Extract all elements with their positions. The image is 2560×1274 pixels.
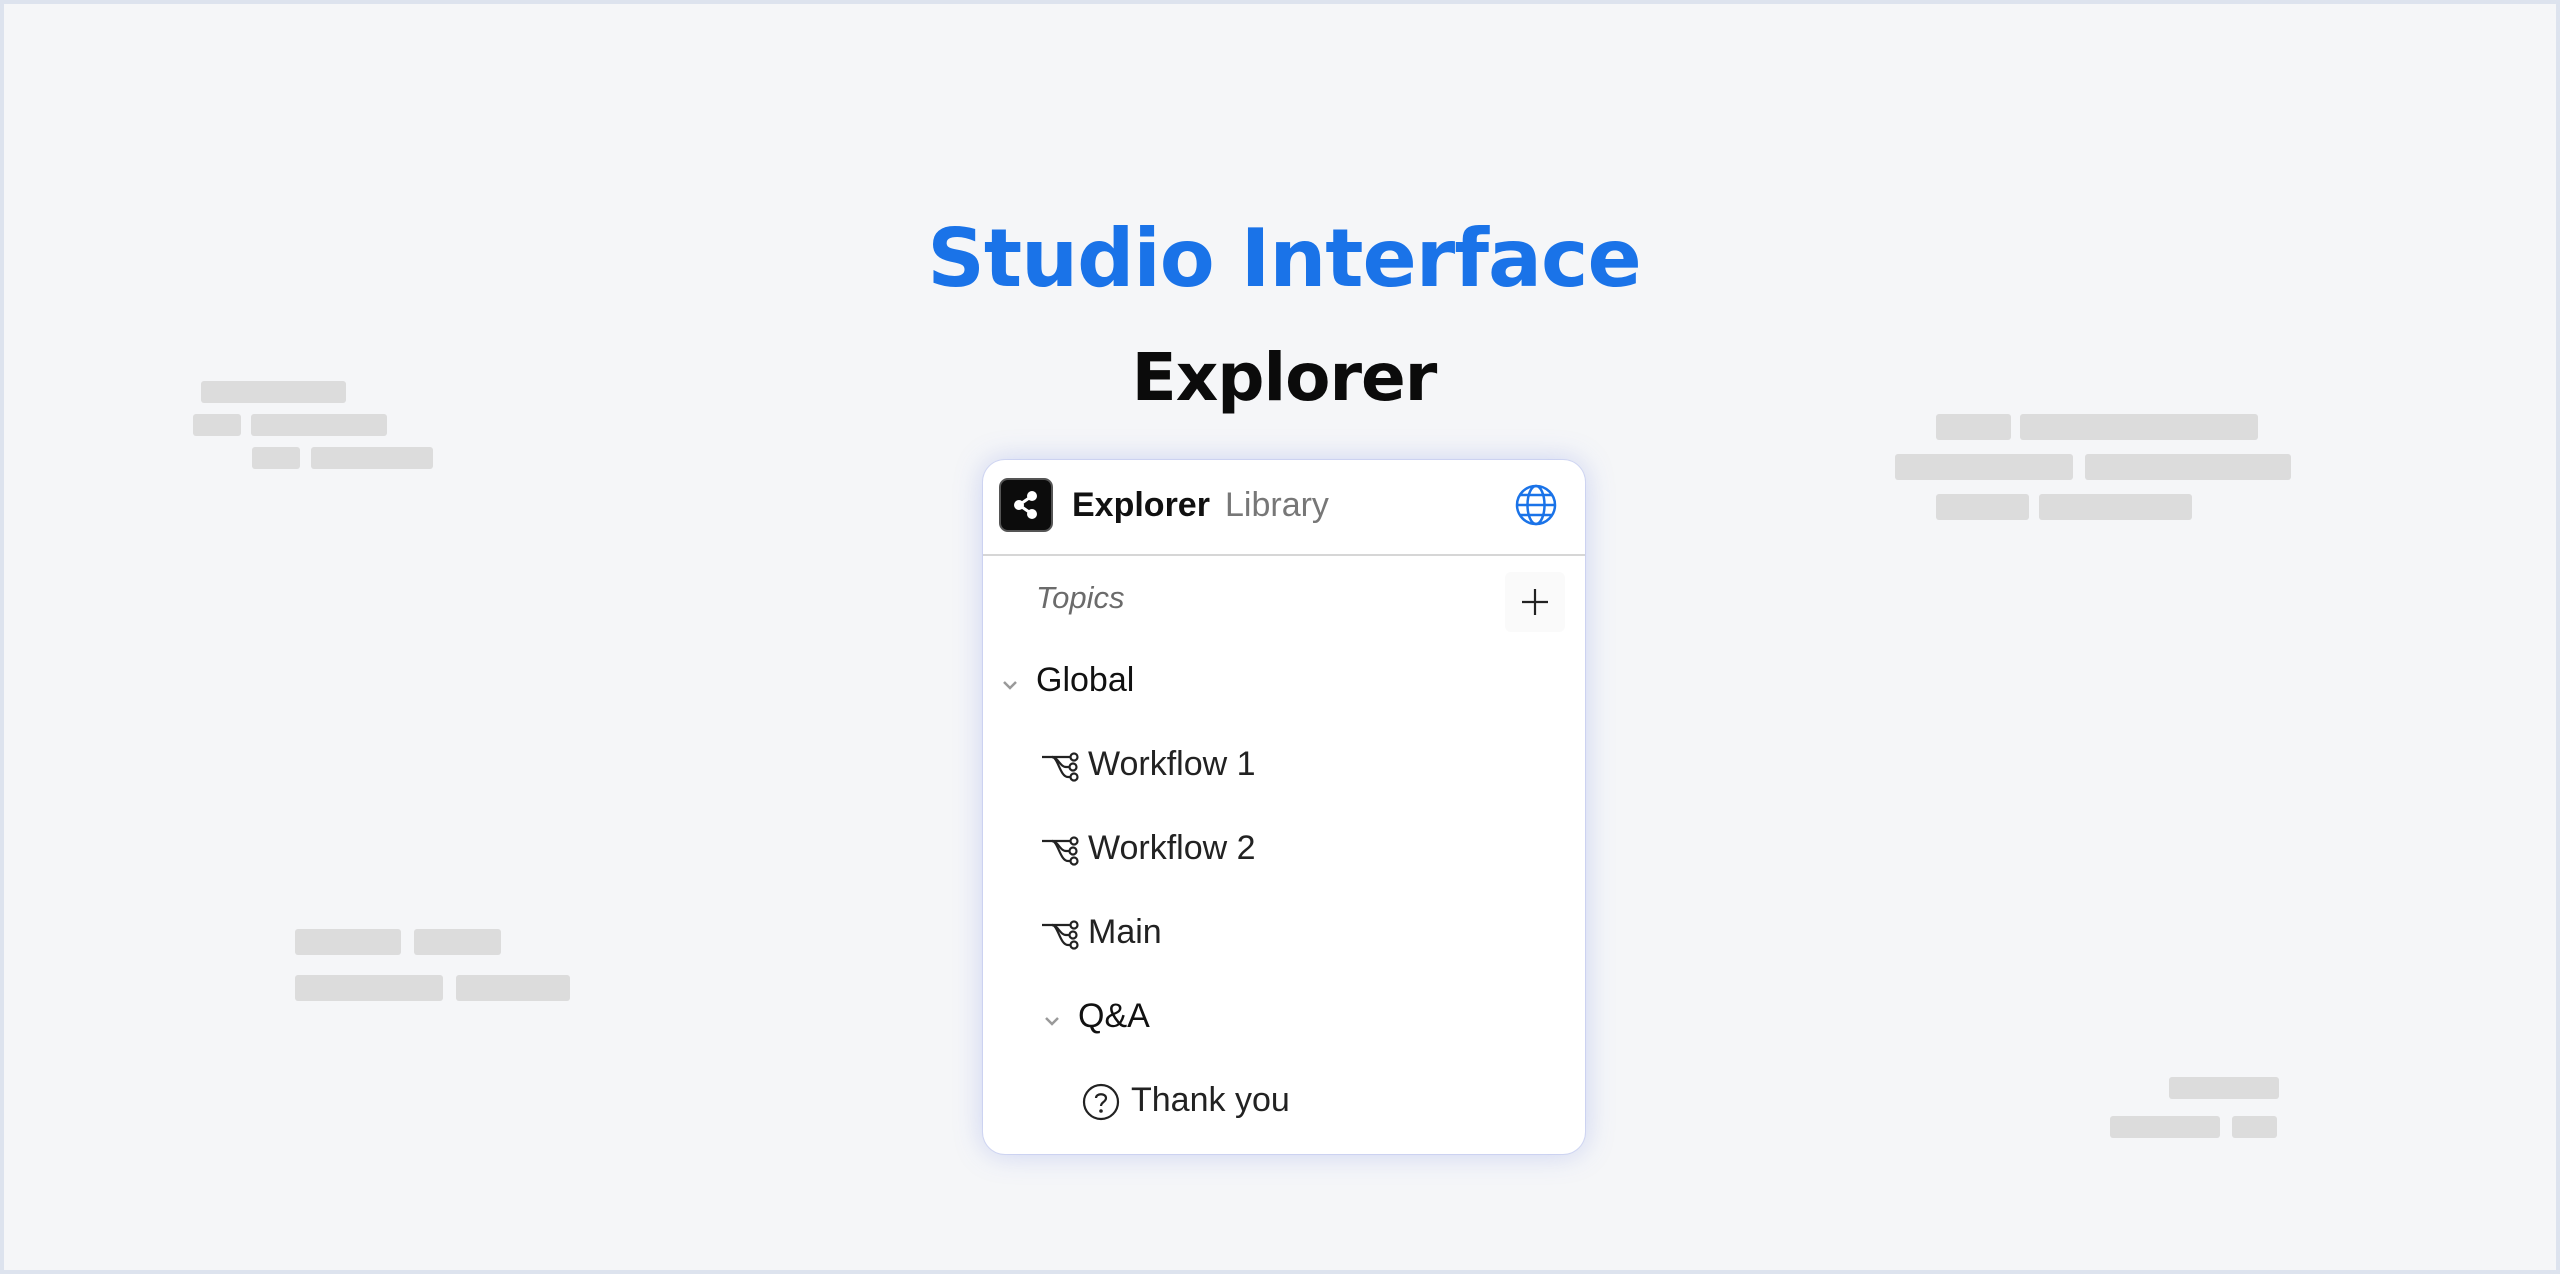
placeholder-bar	[252, 447, 300, 469]
placeholder-bar	[2039, 494, 2192, 520]
placeholder-bar	[456, 975, 570, 1001]
placeholder-bar	[1895, 454, 2073, 480]
globe-icon[interactable]	[1513, 482, 1559, 528]
placeholder-bar	[311, 447, 433, 469]
panel-header: Explorer Library	[983, 460, 1585, 556]
add-topic-button[interactable]	[1505, 572, 1565, 632]
placeholder-bar	[295, 975, 443, 1001]
question-circle-icon	[1082, 1083, 1120, 1121]
chevron-down-icon[interactable]	[998, 673, 1022, 697]
hero-title: Studio Interface	[927, 212, 1641, 305]
explorer-panel: Explorer Library Topics Global Workflow …	[983, 460, 1585, 1154]
workflow-icon	[1042, 920, 1079, 950]
placeholder-bar	[2169, 1077, 2279, 1099]
placeholder-bar	[193, 414, 241, 436]
placeholder-bar	[1936, 494, 2029, 520]
tree-item-label: Workflow 1	[1088, 745, 1256, 783]
placeholder-bar	[251, 414, 387, 436]
workflow-icon	[1042, 752, 1079, 782]
tab-explorer[interactable]: Explorer	[1072, 486, 1210, 525]
placeholder-bar	[201, 381, 346, 403]
page-frame: Studio Interface Explorer Explorer Libra…	[0, 0, 2560, 1274]
placeholder-bar	[1936, 414, 2011, 440]
tree-item-label: Main	[1088, 913, 1162, 951]
chevron-down-icon[interactable]	[1040, 1009, 1064, 1033]
workflow-icon	[1042, 836, 1079, 866]
tab-library[interactable]: Library	[1225, 486, 1329, 525]
tree-group-label: Global	[1036, 661, 1135, 699]
share-icon[interactable]	[999, 478, 1053, 532]
tree-item-label: Thank you	[1131, 1081, 1290, 1119]
hero-subtitle: Explorer	[1131, 339, 1438, 416]
placeholder-bar	[2020, 414, 2258, 440]
topics-section-label: Topics	[1036, 580, 1125, 615]
placeholder-bar	[2232, 1116, 2277, 1138]
placeholder-bar	[2085, 454, 2291, 480]
tree-item-label: Workflow 2	[1088, 829, 1256, 867]
plus-icon	[1522, 589, 1548, 615]
placeholder-bar	[414, 929, 501, 955]
placeholder-bar	[295, 929, 401, 955]
tree-group-label: Q&A	[1078, 997, 1150, 1035]
placeholder-bar	[2110, 1116, 2220, 1138]
